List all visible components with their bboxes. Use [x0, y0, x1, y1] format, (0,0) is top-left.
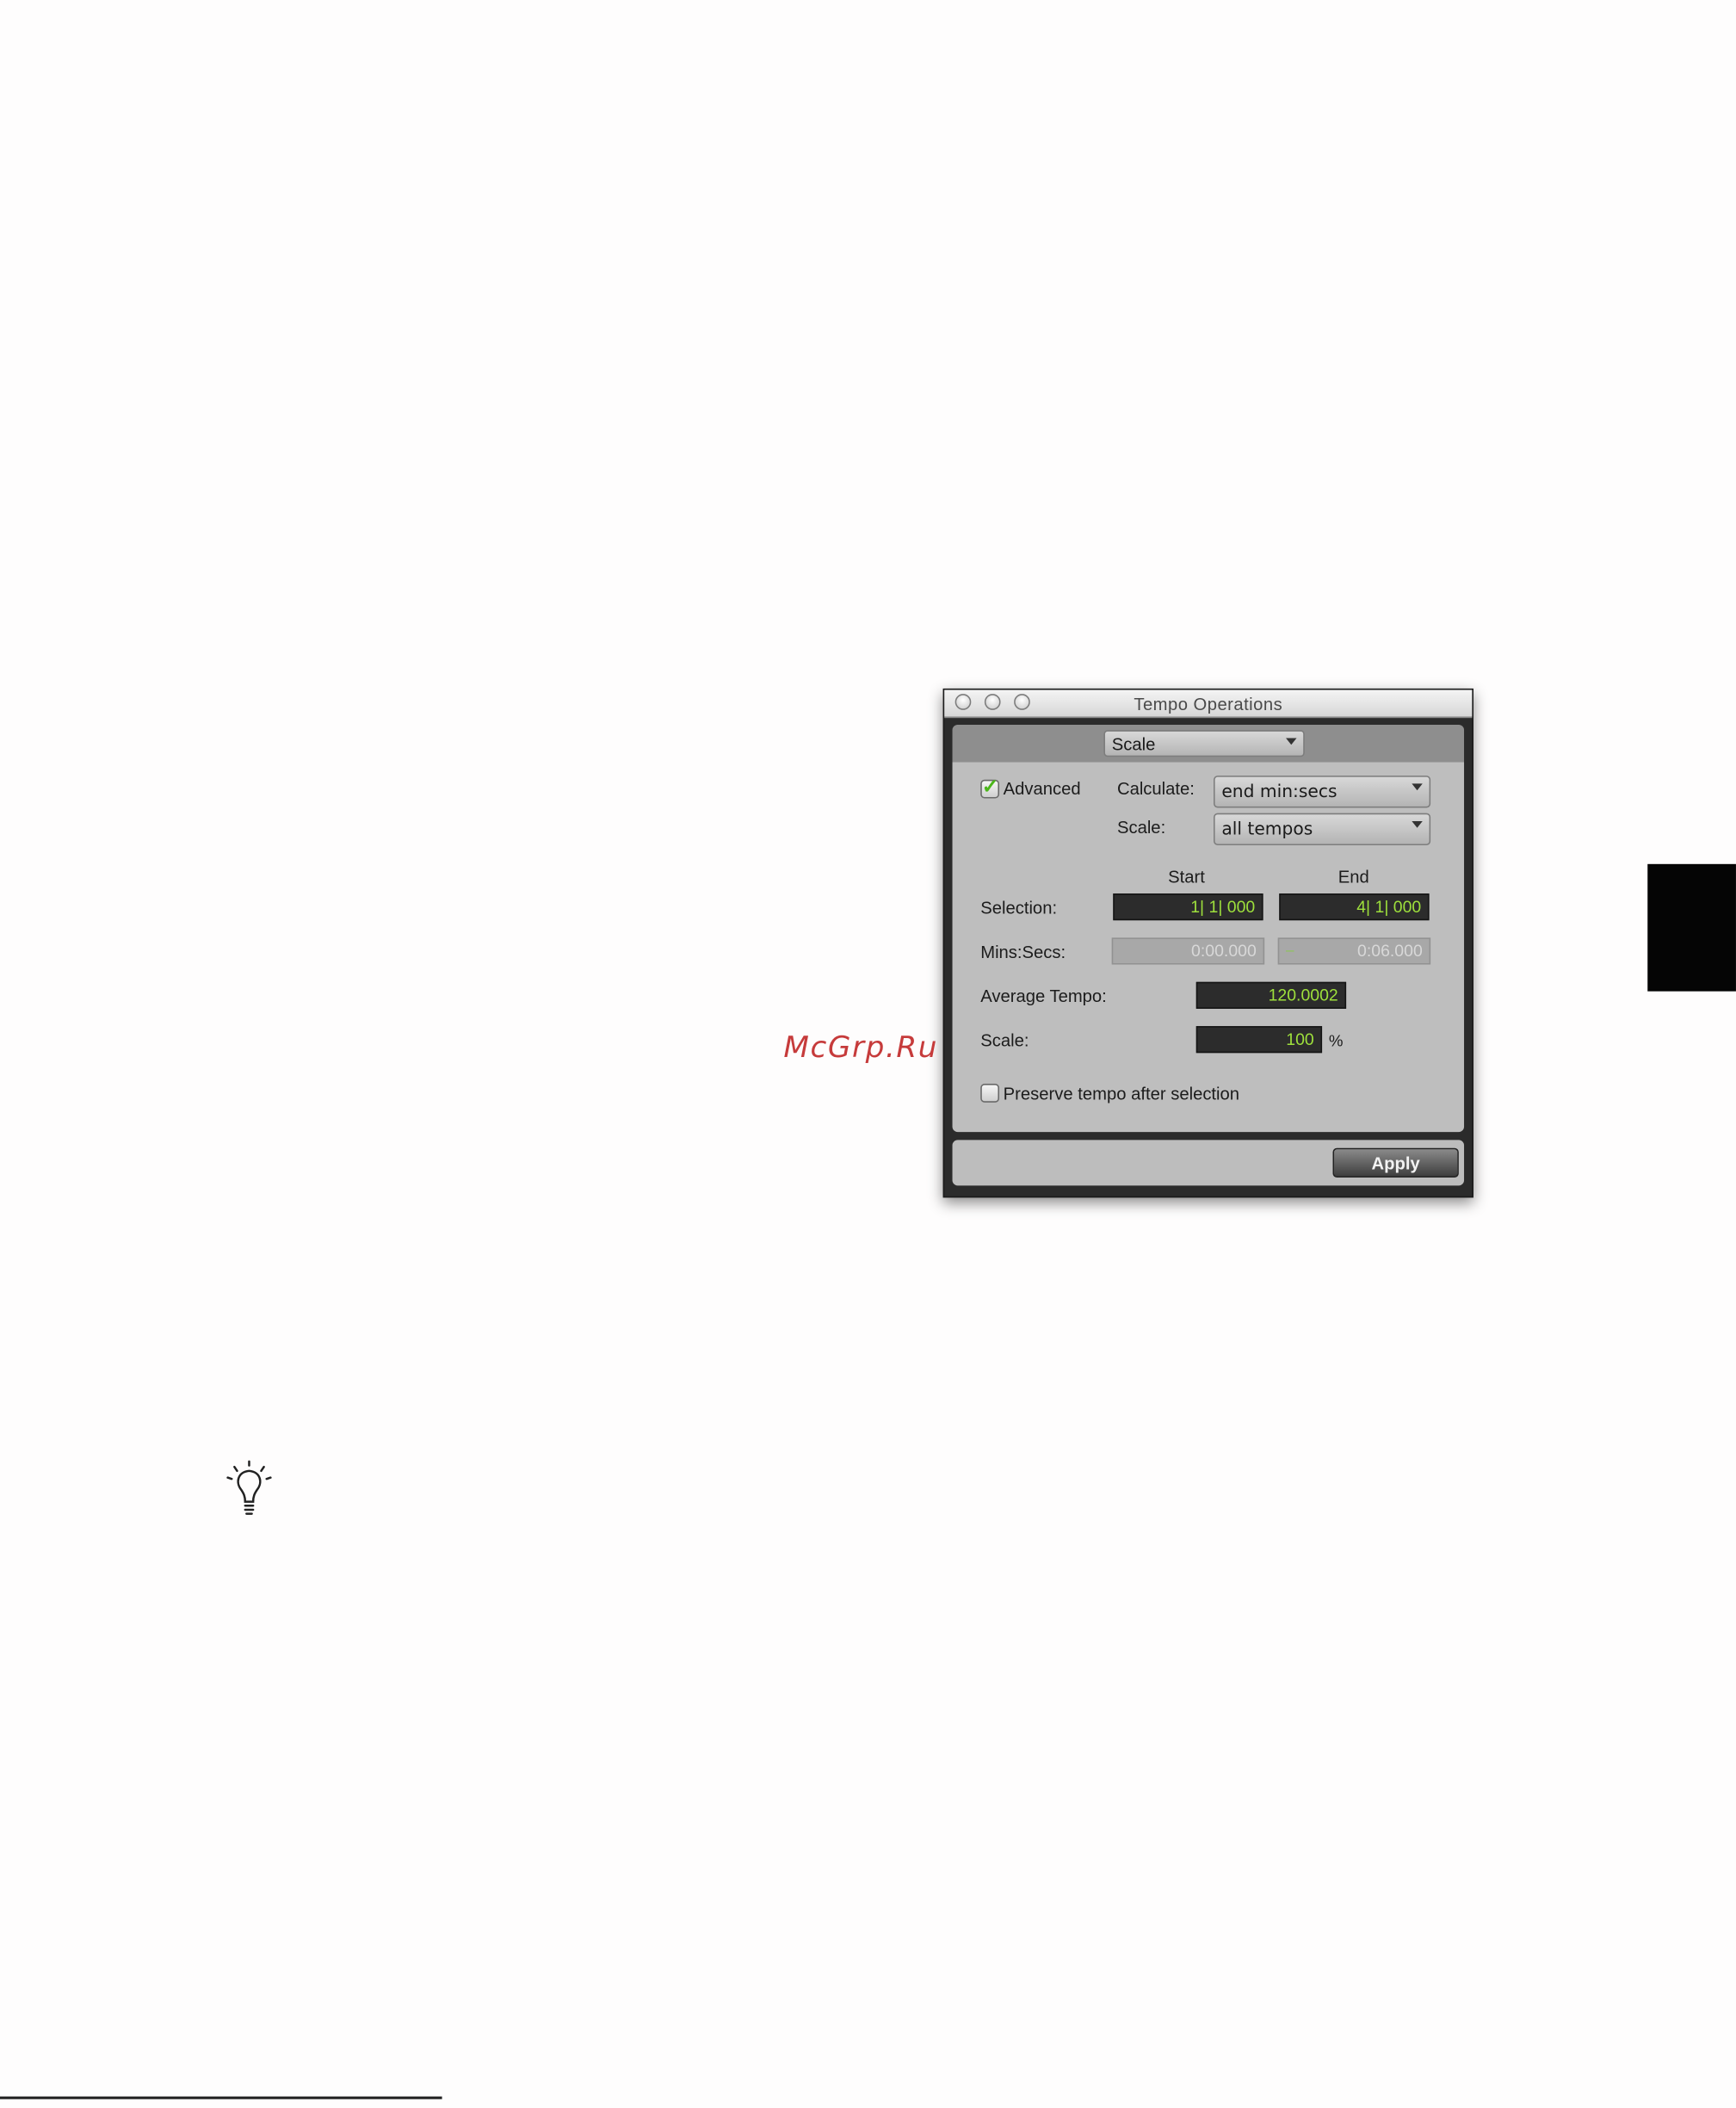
chevron-down-icon [1412, 783, 1423, 791]
checkmark-icon: ✓ [981, 776, 999, 799]
calculate-popup[interactable]: end min:secs [1214, 776, 1431, 808]
footer-rule [0, 2096, 442, 2099]
tempo-operations-window: Tempo Operations Scale ✓ Advanced Calcul… [942, 688, 1473, 1198]
selection-start-field[interactable]: 1| 1| 000 [1113, 893, 1263, 921]
chevron-down-icon [1286, 738, 1297, 745]
scale-percent-field[interactable]: 100 [1195, 1026, 1323, 1054]
scale-percent-label: Scale: [980, 1029, 1029, 1051]
selection-label: Selection: [980, 897, 1058, 918]
percent-unit: % [1328, 1031, 1344, 1051]
title-bar[interactable]: Tempo Operations [944, 689, 1473, 719]
calculate-label: Calculate: [1116, 778, 1195, 799]
end-column-header: End [1338, 866, 1369, 887]
chevron-down-icon [1412, 821, 1423, 828]
action-bar: Apply [952, 1140, 1465, 1186]
scale-mode-label: Scale: [1116, 817, 1166, 838]
edit-marker-icon: – [1286, 943, 1294, 960]
calculate-popup-value: end min:secs [1221, 782, 1338, 803]
operation-popup[interactable]: Scale [1103, 730, 1305, 757]
chapter-tab [1647, 863, 1736, 992]
apply-button[interactable]: Apply [1332, 1147, 1459, 1178]
minssecs-end-field[interactable]: – 0:06.000 [1277, 937, 1431, 965]
preserve-tempo-label: Preserve tempo after selection [1003, 1084, 1240, 1104]
average-tempo-field[interactable]: 120.0002 [1195, 981, 1347, 1009]
lightbulb-icon [226, 1460, 272, 1515]
preserve-tempo-checkbox[interactable] [980, 1084, 999, 1103]
selection-end-field[interactable]: 4| 1| 000 [1279, 893, 1430, 921]
minssecs-end-value: 0:06.000 [1357, 942, 1423, 961]
scale-mode-popup-value: all tempos [1221, 819, 1313, 840]
advanced-label: Advanced [1003, 778, 1081, 799]
minssecs-start-field: 0:00.000 [1111, 937, 1265, 965]
minssecs-label: Mins:Secs: [980, 942, 1066, 962]
page: Tempo Operations Scale ✓ Advanced Calcul… [0, 0, 1736, 2100]
average-tempo-label: Average Tempo: [980, 986, 1107, 1006]
scale-settings-panel: ✓ Advanced Calculate: end min:secs Scale… [952, 762, 1465, 1133]
operation-band: Scale [952, 724, 1465, 763]
window-title: Tempo Operations [1134, 694, 1283, 714]
watermark: McGrp.Ru [783, 1031, 938, 1066]
start-column-header: Start [1168, 866, 1205, 887]
operation-popup-value: Scale [1111, 733, 1156, 755]
advanced-checkbox[interactable]: ✓ [980, 776, 999, 799]
scale-mode-popup[interactable]: all tempos [1214, 813, 1431, 846]
